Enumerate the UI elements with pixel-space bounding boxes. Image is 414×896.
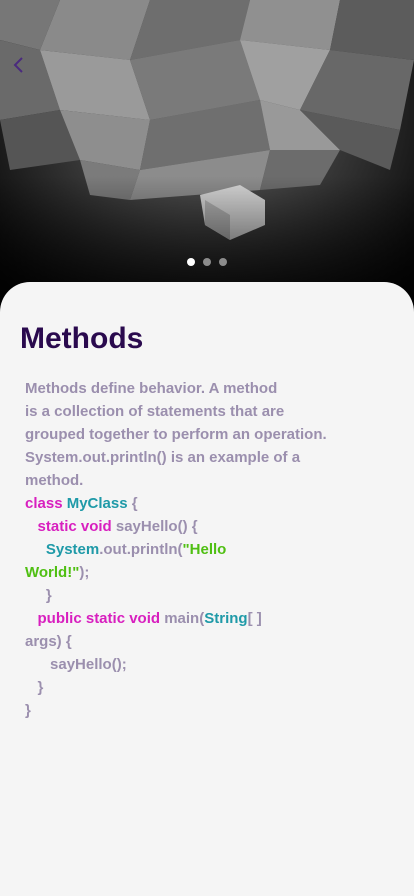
- code-text: [ ]: [247, 610, 262, 627]
- code-string: World!": [25, 564, 80, 581]
- code-string: "Hello: [182, 541, 227, 558]
- code-line: }: [25, 679, 44, 696]
- code-text: .out.println(: [99, 541, 183, 558]
- carousel-indicator: [0, 258, 414, 266]
- code-line: args) {: [25, 633, 72, 650]
- description-line: grouped together to perform an operation…: [25, 426, 327, 443]
- code-line: System.out.println("Hello: [25, 538, 305, 561]
- code-text: {: [127, 495, 138, 512]
- code-line: }: [25, 587, 52, 604]
- carousel-dot-2[interactable]: [203, 258, 211, 266]
- code-keyword: class: [25, 495, 63, 512]
- code-line: sayHello();: [25, 656, 127, 673]
- code-class: MyClass: [66, 495, 128, 512]
- hero-image: [0, 0, 414, 320]
- code-text: main(: [160, 610, 205, 627]
- code-keyword: public static void: [37, 610, 161, 627]
- code-line: }: [25, 702, 31, 719]
- back-button[interactable]: [12, 56, 36, 80]
- code-keyword: static void: [37, 518, 112, 535]
- description-line: method.: [25, 472, 84, 489]
- description-line: is a collection of statements that are: [25, 403, 285, 420]
- lesson-body: Methods define behavior. A method is a c…: [25, 377, 327, 722]
- code-class: String: [204, 610, 248, 627]
- carousel-dot-3[interactable]: [219, 258, 227, 266]
- code-line: static void sayHello() {: [25, 515, 305, 538]
- page-title: Methods: [20, 322, 144, 355]
- code-line: class MyClass {: [25, 492, 305, 515]
- lesson-card: Methods Methods define behavior. A metho…: [0, 282, 414, 896]
- cubes-illustration: [0, 0, 414, 320]
- code-line: World!");: [25, 561, 305, 584]
- description-line: System.out.println() is an example of a: [25, 449, 301, 466]
- carousel-dot-1[interactable]: [187, 258, 195, 266]
- code-line: public static void main(String[ ]: [25, 607, 305, 630]
- code-class: System: [45, 541, 100, 558]
- chevron-left-icon: [13, 57, 23, 73]
- description-line: Methods define behavior. A method: [25, 380, 278, 397]
- code-text: );: [79, 564, 90, 581]
- code-text: sayHello() {: [111, 518, 198, 535]
